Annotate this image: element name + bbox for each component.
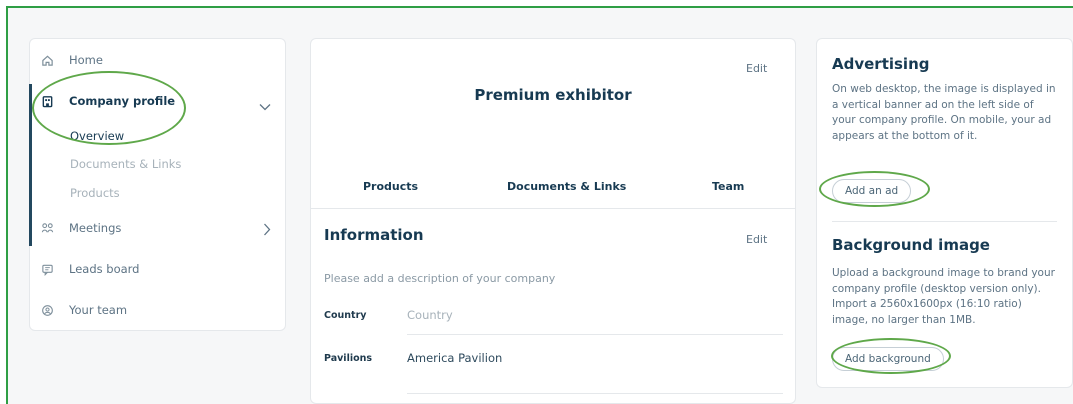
sidebar-item-label: Leads board: [69, 262, 140, 276]
sidebar-item-leads-board[interactable]: Leads board: [40, 262, 139, 276]
tabs-divider: [311, 208, 795, 209]
sidebar-item-label: Meetings: [69, 221, 122, 235]
description-placeholder[interactable]: Please add a description of your company: [324, 272, 555, 285]
edit-information-link[interactable]: Edit: [746, 233, 767, 246]
sidebar-subitem-products[interactable]: Products: [70, 186, 120, 200]
add-background-button[interactable]: Add background: [832, 347, 944, 371]
sidebar-subitem-overview[interactable]: Overview: [70, 129, 124, 143]
section-divider: [832, 221, 1057, 222]
information-title: Information: [324, 226, 424, 244]
pavilions-label: Pavilions: [324, 353, 373, 364]
country-value[interactable]: Country: [407, 308, 453, 322]
chat-icon: [40, 262, 54, 276]
tab-team[interactable]: Team: [712, 180, 744, 193]
team-icon: [40, 303, 54, 317]
company-profile-card: Edit Premium exhibitor Products Document…: [310, 38, 796, 404]
advertising-description: On web desktop, the image is displayed i…: [832, 83, 1056, 142]
active-indicator: [29, 84, 32, 246]
background-image-title: Background image: [832, 236, 990, 254]
sidebar-item-label: Company profile: [69, 94, 176, 108]
sidebar-item-meetings[interactable]: Meetings: [40, 221, 121, 235]
home-icon: [40, 53, 54, 67]
background-image-description: Upload a background image to brand your …: [832, 267, 1055, 326]
field-divider: [407, 334, 783, 335]
chevron-right-icon[interactable]: [263, 221, 271, 240]
meetings-icon: [40, 221, 54, 235]
sidebar-item-your-team[interactable]: Your team: [40, 303, 127, 317]
branding-card: Advertising On web desktop, the image is…: [816, 38, 1073, 388]
sidebar-subitem-documents-links[interactable]: Documents & Links: [70, 157, 181, 171]
field-divider: [407, 393, 783, 394]
exhibitor-badge: Premium exhibitor: [474, 86, 632, 104]
tab-products[interactable]: Products: [363, 180, 418, 193]
advertising-title: Advertising: [832, 55, 930, 73]
sidebar-item-company-profile[interactable]: Company profile: [40, 94, 175, 108]
pavilions-value: America Pavilion: [407, 351, 503, 365]
chevron-down-icon[interactable]: [259, 96, 271, 115]
tab-documents-links[interactable]: Documents & Links: [507, 180, 626, 193]
sidebar-item-home[interactable]: Home: [40, 53, 103, 67]
add-ad-button[interactable]: Add an ad: [832, 179, 912, 203]
sidebar-item-label: Your team: [69, 303, 128, 317]
edit-header-link[interactable]: Edit: [746, 62, 767, 75]
building-icon: [40, 94, 54, 108]
profile-tabs: Products Documents & Links Team: [311, 180, 795, 210]
sidebar: Home Company profile Overview Documents …: [29, 38, 286, 331]
sidebar-item-label: Home: [69, 53, 103, 67]
country-label: Country: [324, 310, 367, 321]
